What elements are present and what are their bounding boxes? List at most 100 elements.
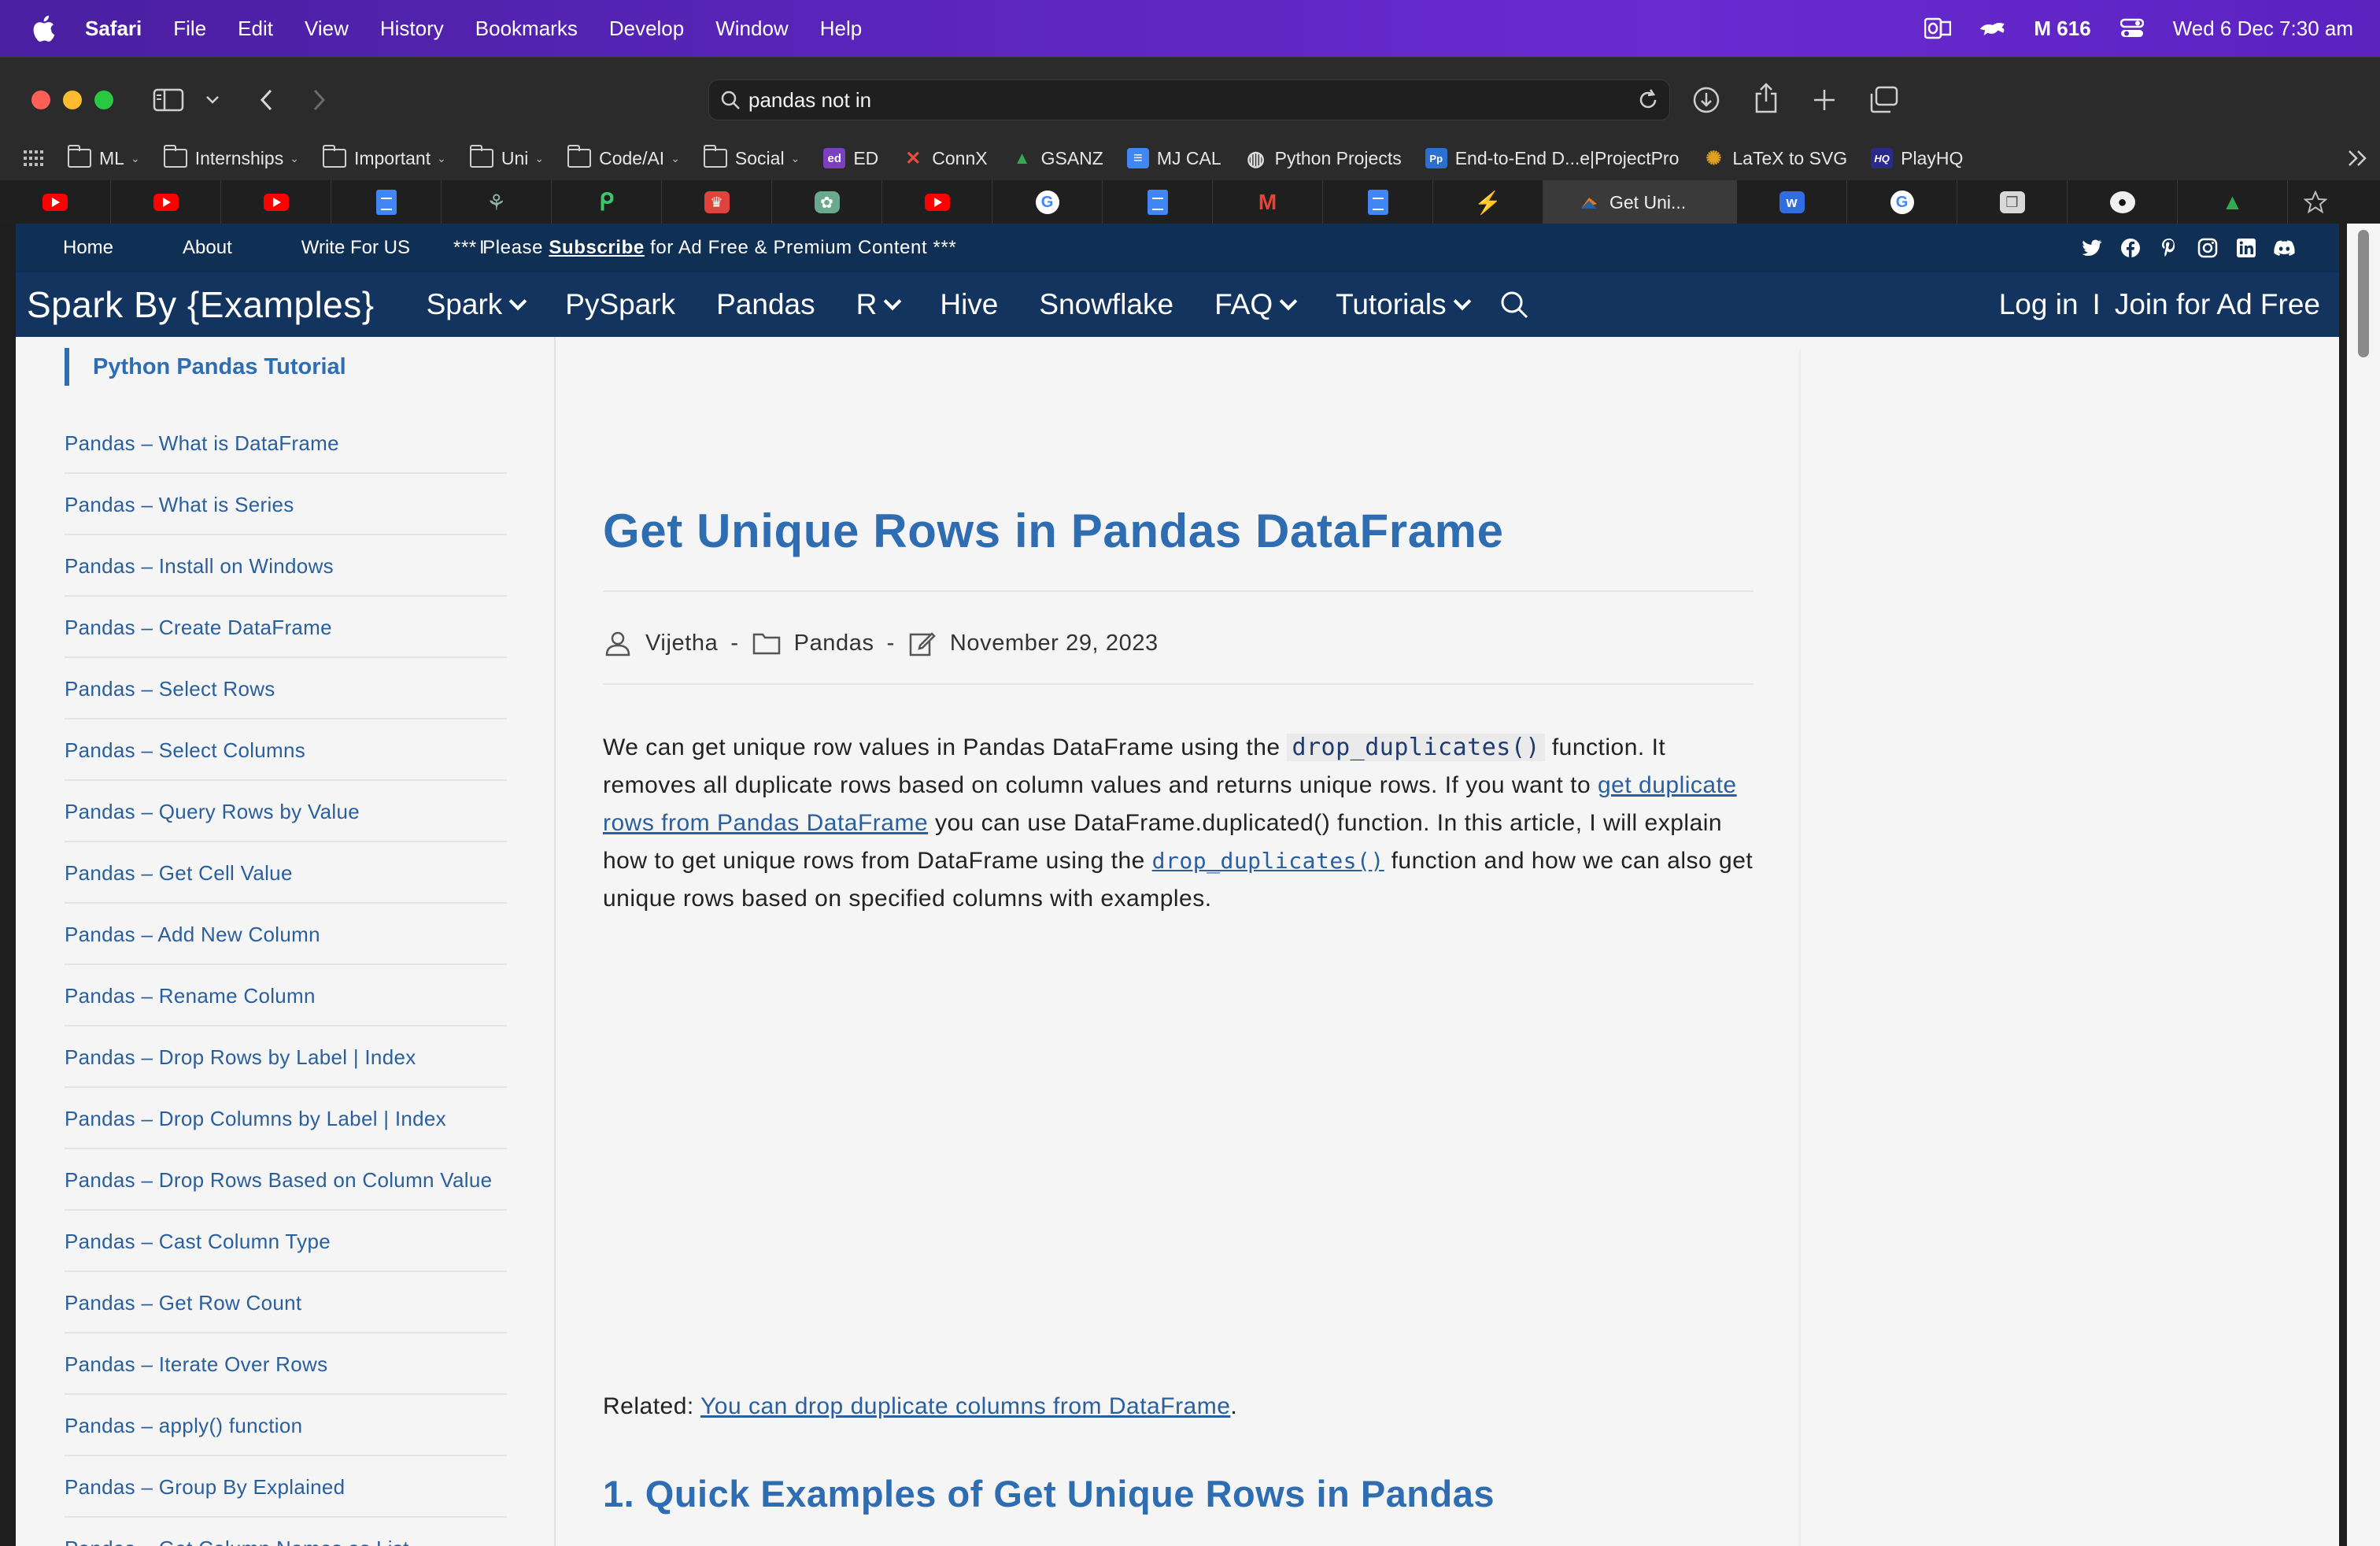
menu-bookmarks[interactable]: Bookmarks — [475, 17, 578, 41]
subscribe-link[interactable]: Subscribe — [549, 237, 644, 258]
nav-snowflake[interactable]: Snowflake — [1039, 288, 1173, 321]
sidebar-item[interactable]: Pandas – Rename Column — [65, 965, 507, 1026]
more-bookmarks-icon[interactable] — [2347, 149, 2369, 168]
tab-youtube-2[interactable] — [111, 180, 221, 224]
sidebar-item[interactable]: Pandas – Get Row Count — [65, 1272, 507, 1333]
top-link-about[interactable]: About — [183, 237, 232, 259]
menu-file[interactable]: File — [173, 17, 206, 41]
tab-crown-app[interactable]: ♛ — [662, 180, 772, 224]
top-link-write-for-us[interactable]: Write For US — [301, 237, 410, 259]
sidebar-toggle-icon[interactable] — [151, 83, 186, 117]
menu-window[interactable]: Window — [715, 17, 788, 41]
new-tab-icon[interactable] — [1807, 83, 1842, 117]
address-bar[interactable]: pandas not in — [708, 80, 1670, 120]
site-search-icon[interactable] — [1499, 289, 1530, 320]
tab-google-1[interactable]: G — [992, 180, 1103, 224]
bookmark-folder-important[interactable]: Important ⌄ — [322, 145, 446, 169]
sidebar-item[interactable]: Pandas – Get Column Names as List — [65, 1518, 507, 1546]
reload-icon[interactable] — [1633, 85, 1663, 120]
zoom-window-button[interactable] — [94, 91, 113, 109]
menu-app-safari[interactable]: Safari — [85, 17, 142, 41]
sidebar-item[interactable]: Pandas – Add New Column — [65, 904, 507, 965]
discord-icon[interactable] — [2274, 238, 2295, 259]
menu-view[interactable]: View — [305, 17, 349, 41]
sidebar-item[interactable]: Pandas – What is Series — [65, 474, 507, 535]
tab-sparkle-app[interactable]: ⚡ — [1433, 180, 1543, 224]
bookmark-folder-social[interactable]: Social ⌄ — [703, 145, 800, 169]
mail-count-status[interactable]: M 616 — [2034, 17, 2090, 41]
twitter-icon[interactable] — [2081, 238, 2102, 259]
sidebar-item[interactable]: Pandas – Install on Windows — [65, 535, 507, 597]
bookmark-mj-cal[interactable]: ≡ MJ CAL — [1126, 148, 1221, 169]
scrollbar-thumb[interactable] — [2358, 230, 2369, 357]
tab-youtube-3[interactable] — [221, 180, 331, 224]
bookmark-connx[interactable]: ✕ ConnX — [902, 148, 987, 169]
nav-tutorials[interactable]: Tutorials — [1336, 288, 1471, 321]
bookmark-python-projects[interactable]: ◍ Python Projects — [1245, 146, 1401, 170]
forward-icon[interactable] — [302, 83, 337, 117]
instagram-icon[interactable] — [2197, 238, 2218, 259]
tab-w-app[interactable]: w — [1737, 180, 1847, 224]
sidebar-item[interactable]: Pandas – Create DataFrame — [65, 597, 507, 658]
sidebar-item[interactable]: Pandas – What is DataFrame — [65, 412, 507, 474]
tab-google-2[interactable]: G — [1847, 180, 1957, 224]
drop-duplicate-columns-link[interactable]: You can drop duplicate columns from Data… — [700, 1393, 1230, 1419]
join-link[interactable]: Join for Ad Free — [2115, 288, 2320, 321]
tab-google-docs-2[interactable] — [1103, 180, 1213, 224]
sidebar-item[interactable]: Pandas – Query Rows by Value — [65, 781, 507, 842]
tab-p-app[interactable]: ᑭ — [552, 180, 662, 224]
animal-status-icon[interactable] — [1979, 14, 2007, 43]
bookmark-playhq[interactable]: HQ PlayHQ — [1871, 148, 1963, 169]
apps-grid-icon[interactable] — [24, 150, 44, 166]
back-icon[interactable] — [249, 83, 283, 117]
nav-faq[interactable]: FAQ — [1214, 288, 1298, 321]
nav-pyspark[interactable]: PySpark — [565, 288, 675, 321]
tab-google-docs-1[interactable] — [331, 180, 442, 224]
sidebar-item[interactable]: Pandas – Select Rows — [65, 658, 507, 719]
tab-white-app[interactable]: ❒ — [1957, 180, 2068, 224]
apple-menu-icon[interactable] — [31, 13, 58, 44]
chevron-down-icon[interactable] — [197, 83, 228, 117]
sidebar-item[interactable]: Pandas – Select Columns — [65, 719, 507, 781]
sidebar-item[interactable]: Pandas – apply() function — [65, 1395, 507, 1456]
menu-clock[interactable]: Wed 6 Dec 7:30 am — [2173, 17, 2353, 41]
site-logo[interactable]: Spark By {Examples} — [27, 283, 375, 326]
tab-youtube-4[interactable] — [882, 180, 992, 224]
close-window-button[interactable] — [31, 91, 50, 109]
bookmark-latex-to-svg[interactable]: ✺ LaTeX to SVG — [1702, 148, 1847, 169]
nav-hive[interactable]: Hive — [940, 288, 998, 321]
address-text[interactable]: pandas not in — [748, 88, 871, 113]
menu-edit[interactable]: Edit — [238, 17, 273, 41]
control-center-icon[interactable] — [2118, 14, 2146, 43]
sidebar-item[interactable]: Pandas – Drop Rows by Label | Index — [65, 1026, 507, 1088]
bookmark-folder-code-ai[interactable]: Code/AI ⌄ — [567, 145, 680, 169]
downloads-icon[interactable] — [1689, 83, 1724, 117]
menu-help[interactable]: Help — [820, 17, 862, 41]
sidebar-item[interactable]: Pandas – Drop Rows Based on Column Value — [65, 1149, 507, 1211]
bookmark-folder-internships[interactable]: Internships ⌄ — [163, 145, 299, 169]
share-icon[interactable] — [1749, 81, 1783, 116]
category-link[interactable]: Pandas — [794, 631, 874, 656]
menu-develop[interactable]: Develop — [609, 17, 684, 41]
tab-google-docs-3[interactable] — [1323, 180, 1433, 224]
tab-huggingface[interactable]: ⚘ — [442, 180, 552, 224]
author-name[interactable]: Vijetha — [645, 631, 718, 656]
bookmark-folder-ml[interactable]: ML ⌄ — [68, 145, 140, 169]
nav-pandas[interactable]: Pandas — [716, 288, 815, 321]
bookmark-projectpro[interactable]: Pp End-to-End D...e|ProjectPro — [1425, 148, 1679, 169]
login-link[interactable]: Log in — [1999, 288, 2079, 321]
top-link-home[interactable]: Home — [63, 237, 113, 259]
sidebar-item[interactable]: Pandas – Drop Columns by Label | Index — [65, 1088, 507, 1149]
tab-active-get-unique[interactable]: Get Uni... — [1543, 180, 1737, 224]
tab-gmail[interactable]: M — [1213, 180, 1323, 224]
pinterest-icon[interactable] — [2158, 238, 2179, 259]
tab-youtube-1[interactable] — [0, 180, 111, 224]
tab-overview-icon[interactable] — [1867, 83, 1901, 117]
scrollbar-track[interactable] — [2347, 224, 2380, 1546]
linkedin-icon[interactable] — [2235, 238, 2256, 259]
sidebar-item[interactable]: Pandas – Get Cell Value — [65, 842, 507, 904]
tab-google-drive[interactable]: ▲ — [2178, 180, 2288, 224]
drop-duplicates-link[interactable]: drop_duplicates() — [1152, 848, 1384, 874]
nav-spark[interactable]: Spark — [427, 288, 527, 321]
bookmark-folder-uni[interactable]: Uni ⌄ — [469, 145, 544, 169]
